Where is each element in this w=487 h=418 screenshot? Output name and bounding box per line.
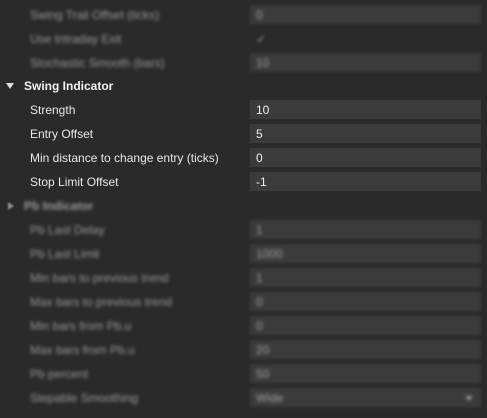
min-distance-input[interactable]: 0 xyxy=(250,148,481,168)
property-value-field[interactable]: 1 xyxy=(250,268,481,288)
property-value-field[interactable]: 0 xyxy=(250,316,481,336)
property-row[interactable]: Max bars from Pb.u 20 xyxy=(0,338,487,362)
property-label: Stepable Smoothing xyxy=(30,391,139,405)
category-title: Pb Indicator xyxy=(24,199,94,213)
property-label: Strength xyxy=(30,103,76,117)
expand-arrow-icon[interactable] xyxy=(6,83,14,89)
entry-offset-input[interactable]: 5 xyxy=(250,124,481,144)
property-row-entry-offset[interactable]: Entry Offset 5 xyxy=(0,122,487,146)
property-label: Pb percent xyxy=(30,367,89,381)
property-value-field[interactable]: 0 xyxy=(250,292,481,312)
property-label: Max bars to previous trend xyxy=(30,295,173,309)
property-value-field[interactable]: 10 xyxy=(250,53,481,73)
property-row-strength[interactable]: Strength 10 xyxy=(0,98,487,122)
property-value-field[interactable]: 0 xyxy=(250,5,481,25)
property-label: Pb Last Delay xyxy=(30,223,105,237)
property-label: Use Intraday Exit xyxy=(30,32,122,46)
property-label: Min bars from Pb.u xyxy=(30,319,132,333)
property-label: Max bars from Pb.u xyxy=(30,343,135,357)
property-value-field[interactable]: 20 xyxy=(250,340,481,360)
property-label: Pb Last Limit xyxy=(30,247,100,261)
strength-input[interactable]: 10 xyxy=(250,100,481,120)
property-row[interactable]: Max bars to previous trend 0 xyxy=(0,290,487,314)
category-title: Swing Indicator xyxy=(24,79,114,93)
property-row[interactable]: Min bars from Pb.u 0 xyxy=(0,314,487,338)
category-header-collapsed[interactable]: Pb Indicator xyxy=(0,194,487,218)
property-label: Stop Limit Offset xyxy=(30,175,119,189)
property-label: Entry Offset xyxy=(30,127,94,141)
property-label: Min bars to previous trend xyxy=(30,271,169,285)
stop-limit-offset-input[interactable]: -1 xyxy=(250,172,481,192)
property-row-stop-limit-offset[interactable]: Stop Limit Offset -1 xyxy=(0,170,487,194)
property-row[interactable]: Pb Last Delay 1 xyxy=(0,218,487,242)
property-row[interactable]: Use Intraday Exit ✓ xyxy=(0,27,487,51)
property-label: Swing Trail Offset (ticks) xyxy=(30,8,160,22)
property-row[interactable]: Stochastic Smooth (bars) 10 xyxy=(0,51,487,75)
property-checkbox[interactable]: ✓ xyxy=(250,29,481,49)
dropdown-selected-value: Wide xyxy=(256,391,284,405)
property-grid: Swing Trail Offset (ticks) 0 Use Intrada… xyxy=(0,0,487,418)
property-label: Stochastic Smooth (bars) xyxy=(30,56,165,70)
property-value-field[interactable]: 50 xyxy=(250,364,481,384)
property-label: Min distance to change entry (ticks) xyxy=(30,151,219,165)
property-row[interactable]: Pb Last Limit 1000 xyxy=(0,242,487,266)
property-row[interactable]: Stepable Smoothing Wide xyxy=(0,386,487,410)
chevron-down-icon[interactable] xyxy=(465,396,473,401)
property-row-min-distance[interactable]: Min distance to change entry (ticks) 0 xyxy=(0,146,487,170)
property-dropdown[interactable]: Wide xyxy=(250,388,481,408)
property-row[interactable]: Pb percent 50 xyxy=(0,362,487,386)
property-row[interactable]: Min bars to previous trend 1 xyxy=(0,266,487,290)
collapse-arrow-icon[interactable] xyxy=(8,202,14,210)
property-value-field[interactable]: 1 xyxy=(250,220,481,240)
property-value-field[interactable]: 1000 xyxy=(250,244,481,264)
category-header-swing-indicator[interactable]: Swing Indicator xyxy=(0,74,487,98)
property-row[interactable]: Swing Trail Offset (ticks) 0 xyxy=(0,3,487,27)
